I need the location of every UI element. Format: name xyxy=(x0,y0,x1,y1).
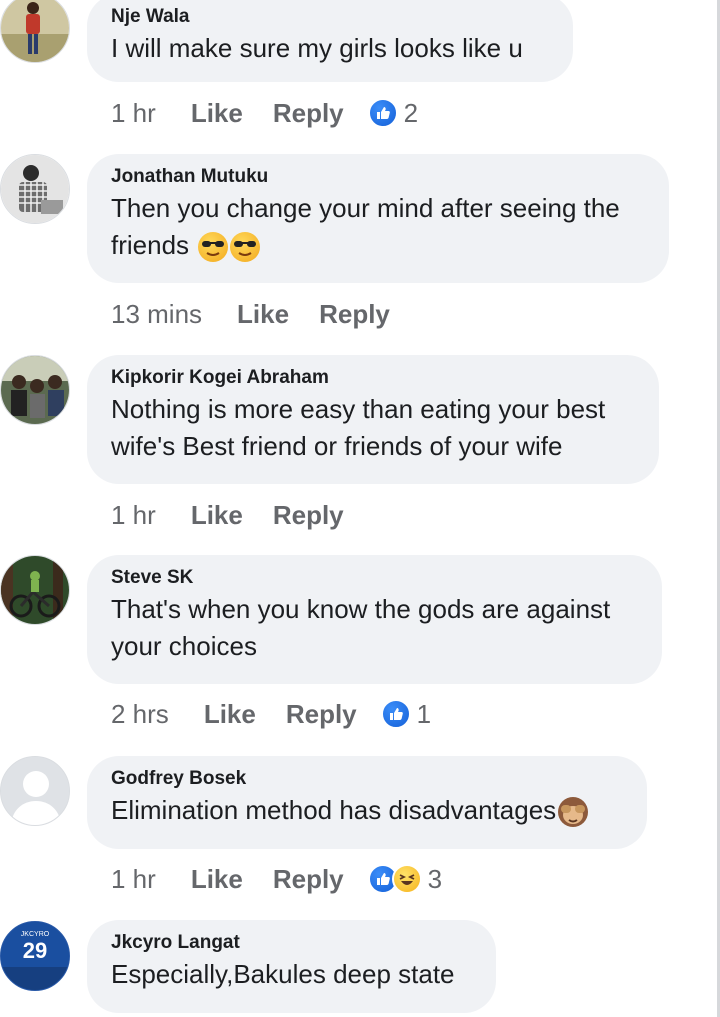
comment-author[interactable]: Godfrey Bosek xyxy=(111,768,623,790)
reply-button[interactable]: Reply xyxy=(286,699,357,730)
avatar[interactable] xyxy=(0,0,70,63)
comment-text: Elimination method has disadvantages xyxy=(111,792,623,829)
comment-text: Then you change your mind after seeing t… xyxy=(111,190,645,264)
like-button[interactable]: Like xyxy=(204,699,256,730)
comment-text-content: Elimination method has disadvantages xyxy=(111,795,557,825)
reply-button[interactable]: Reply xyxy=(319,299,390,330)
comment-text-content: Then you change your mind after seeing t… xyxy=(111,193,620,260)
reaction-count: 1 xyxy=(416,698,432,729)
like-icon xyxy=(380,699,411,729)
like-button[interactable]: Like xyxy=(237,299,289,330)
comment-actions: 13 mins Like Reply xyxy=(111,294,420,334)
avatar[interactable] xyxy=(0,154,70,224)
reaction-count: 3 xyxy=(427,863,443,894)
avatar-jersey-number: 29 xyxy=(22,938,48,963)
comment-text: I will make sure my girls looks like u xyxy=(111,33,523,63)
comment-actions: 1 hr Like Reply 3 xyxy=(111,859,442,899)
sunglasses-face-emoji xyxy=(198,232,229,263)
reaction-summary[interactable]: 2 xyxy=(367,97,419,129)
avatar[interactable] xyxy=(0,355,70,425)
haha-icon xyxy=(391,864,422,894)
comment-actions: 1 hr Like Reply xyxy=(111,495,374,535)
comment-bubble: Nje Wala I will make sure my girls looks… xyxy=(87,0,573,82)
comment-text: Especially,Bakules deep state xyxy=(111,959,455,989)
comment-author[interactable]: Nje Wala xyxy=(111,6,549,28)
comment-bubble: Jkcyro Langat Especially,Bakules deep st… xyxy=(87,920,496,1013)
comment-timestamp[interactable]: 1 hr xyxy=(111,864,156,895)
comment-bubble: Steve SK That's when you know the gods a… xyxy=(87,555,662,684)
comment-timestamp[interactable]: 13 mins xyxy=(111,299,202,330)
reaction-count: 2 xyxy=(403,97,419,128)
comment-author[interactable]: Jonathan Mutuku xyxy=(111,166,645,188)
avatar[interactable]: JKCYRO 29 xyxy=(0,921,70,991)
comment-timestamp[interactable]: 1 hr xyxy=(111,500,156,531)
reaction-summary[interactable]: 3 xyxy=(367,863,443,895)
comment-bubble: Jonathan Mutuku Then you change your min… xyxy=(87,154,669,283)
comment-timestamp[interactable]: 2 hrs xyxy=(111,699,169,730)
comment-text: Nothing is more easy than eating your be… xyxy=(111,394,606,461)
comment-author[interactable]: Jkcyro Langat xyxy=(111,932,472,954)
reply-button[interactable]: Reply xyxy=(273,500,344,531)
comment-author[interactable]: Kipkorir Kogei Abraham xyxy=(111,367,635,389)
like-icon xyxy=(367,98,398,128)
reaction-summary[interactable]: 1 xyxy=(380,698,432,730)
comment-author[interactable]: Steve SK xyxy=(111,567,638,589)
reply-button[interactable]: Reply xyxy=(273,98,344,129)
like-button[interactable]: Like xyxy=(191,500,243,531)
comment-bubble: Kipkorir Kogei Abraham Nothing is more e… xyxy=(87,355,659,484)
comment-actions: 2 hrs Like Reply 1 xyxy=(111,694,431,734)
sunglasses-face-emoji xyxy=(230,232,261,263)
avatar[interactable] xyxy=(0,756,70,826)
reply-button[interactable]: Reply xyxy=(273,864,344,895)
like-button[interactable]: Like xyxy=(191,864,243,895)
comment-timestamp[interactable]: 1 hr xyxy=(111,98,156,129)
avatar-jersey-name: JKCYRO xyxy=(20,931,50,938)
comment-text: That's when you know the gods are agains… xyxy=(111,594,611,661)
like-button[interactable]: Like xyxy=(191,98,243,129)
comment-actions: 1 hr Like Reply 2 xyxy=(111,93,418,133)
see-no-evil-monkey-emoji xyxy=(558,797,589,828)
comment-bubble: Godfrey Bosek Elimination method has dis… xyxy=(87,756,647,849)
avatar[interactable] xyxy=(0,555,70,625)
